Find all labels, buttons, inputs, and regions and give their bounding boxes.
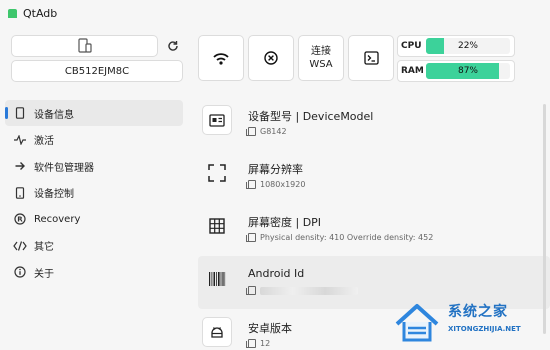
sidebar-item-device-control[interactable]: 设备控制 bbox=[5, 180, 183, 206]
sidebar-item-about[interactable]: 关于 bbox=[5, 259, 183, 285]
cpu-bar: 22% bbox=[426, 38, 510, 54]
android-icon bbox=[202, 317, 232, 347]
cpu-meter: CPU 22% bbox=[397, 35, 515, 57]
device-serial-button[interactable]: CB512EJM8C bbox=[11, 60, 183, 82]
barcode-icon bbox=[202, 264, 232, 294]
info-icon bbox=[14, 266, 26, 278]
info-item-dpi: 屏幕密度 | DPI Physical density: 410 Overrid… bbox=[198, 203, 550, 256]
info-item-value: 12 bbox=[260, 339, 271, 348]
copy-icon[interactable] bbox=[246, 233, 256, 242]
info-item-value-row bbox=[246, 286, 358, 295]
sidebar-item-label: 软件包管理器 bbox=[34, 162, 94, 174]
phone-device-icon bbox=[77, 38, 92, 53]
copy-icon[interactable] bbox=[246, 127, 256, 136]
terminal-button[interactable] bbox=[348, 35, 394, 81]
info-item-value-row: 1080x1920 bbox=[246, 180, 306, 189]
id-card-icon bbox=[202, 105, 232, 135]
sidebar-item-package-manager[interactable]: 软件包管理器 bbox=[5, 153, 183, 179]
info-item-resolution: 屏幕分辨率 1080x1920 bbox=[198, 150, 550, 203]
window-title: QtAdb bbox=[23, 6, 58, 20]
code-icon bbox=[13, 240, 27, 251]
info-item-value: Physical density: 410 Override density: … bbox=[260, 233, 434, 242]
connect-wsa-button[interactable]: 连接 WSA bbox=[298, 35, 344, 81]
wifi-button[interactable] bbox=[198, 35, 244, 81]
house-logo-icon bbox=[395, 303, 439, 341]
device-select-button[interactable] bbox=[11, 35, 158, 57]
sidebar-item-label: 激活 bbox=[34, 136, 54, 147]
cpu-label: CPU bbox=[401, 41, 422, 51]
device-serial: CB512EJM8C bbox=[64, 65, 130, 77]
title-bar: QtAdb bbox=[0, 0, 550, 26]
ram-label: RAM bbox=[401, 66, 424, 76]
info-item-value-row: 12 bbox=[246, 339, 271, 348]
terminal-icon bbox=[363, 51, 379, 65]
copy-icon[interactable] bbox=[246, 180, 256, 189]
wsa-line2: WSA bbox=[309, 59, 333, 70]
phone-control-icon bbox=[15, 186, 25, 199]
ram-bar: 87% bbox=[426, 63, 510, 79]
close-circle-icon bbox=[264, 51, 278, 65]
copy-icon[interactable] bbox=[246, 286, 256, 295]
sidebar-item-activate[interactable]: 激活 bbox=[5, 127, 183, 153]
info-item-value-row: Physical density: 410 Override density: … bbox=[246, 233, 434, 242]
refresh-icon bbox=[168, 41, 178, 51]
registered-icon: R bbox=[14, 213, 26, 225]
disconnect-button[interactable] bbox=[248, 35, 294, 81]
phone-icon bbox=[15, 107, 25, 119]
wifi-icon bbox=[213, 52, 229, 65]
watermark-text: 系统之家 bbox=[448, 304, 508, 320]
info-item-title: 设备型号 | DeviceModel bbox=[248, 110, 374, 123]
info-item-title: 屏幕分辨率 bbox=[248, 163, 303, 176]
copy-icon[interactable] bbox=[246, 339, 256, 348]
grid-icon bbox=[202, 211, 232, 241]
info-item-value-row: G8142 bbox=[246, 127, 287, 136]
pulse-icon bbox=[14, 134, 26, 145]
sidebar-item-label: 关于 bbox=[34, 268, 54, 280]
redacted-value bbox=[260, 286, 358, 295]
sidebar-item-recovery[interactable]: R Recovery bbox=[5, 206, 183, 232]
app-logo-icon bbox=[8, 8, 17, 18]
refresh-button[interactable] bbox=[162, 35, 184, 57]
sidebar-item-device-info[interactable]: 设备信息 bbox=[5, 100, 183, 126]
ram-value: 87% bbox=[457, 66, 478, 76]
info-item-device-model: 设备型号 | DeviceModel G8142 bbox=[198, 97, 550, 150]
ram-meter: RAM 87% bbox=[397, 60, 515, 82]
sidebar-item-label: Recovery bbox=[34, 213, 81, 225]
sidebar: 设备信息 激活 软件包管理器 设备控制 R Recovery 其它 关于 bbox=[5, 100, 183, 286]
svg-text:R: R bbox=[17, 216, 23, 224]
sidebar-item-other[interactable]: 其它 bbox=[5, 233, 183, 259]
info-item-title: Android Id bbox=[248, 267, 305, 280]
info-item-value: G8142 bbox=[260, 127, 287, 136]
wsa-line1: 连接 bbox=[311, 46, 331, 57]
sidebar-item-label: 其它 bbox=[34, 242, 54, 253]
watermark-url: XITONGZHIJIA.NET bbox=[448, 325, 521, 333]
info-item-title: 安卓版本 bbox=[248, 322, 292, 335]
fullscreen-icon bbox=[202, 158, 232, 188]
sidebar-item-label: 设备控制 bbox=[34, 189, 74, 200]
arrow-right-icon bbox=[15, 162, 25, 170]
info-item-title: 屏幕密度 | DPI bbox=[248, 216, 322, 229]
info-item-value: 1080x1920 bbox=[260, 180, 306, 189]
sidebar-item-label: 设备信息 bbox=[34, 109, 74, 121]
cpu-value: 22% bbox=[457, 41, 478, 51]
watermark-logo: 系统之家 XITONGZHIJIA.NET bbox=[393, 295, 550, 350]
